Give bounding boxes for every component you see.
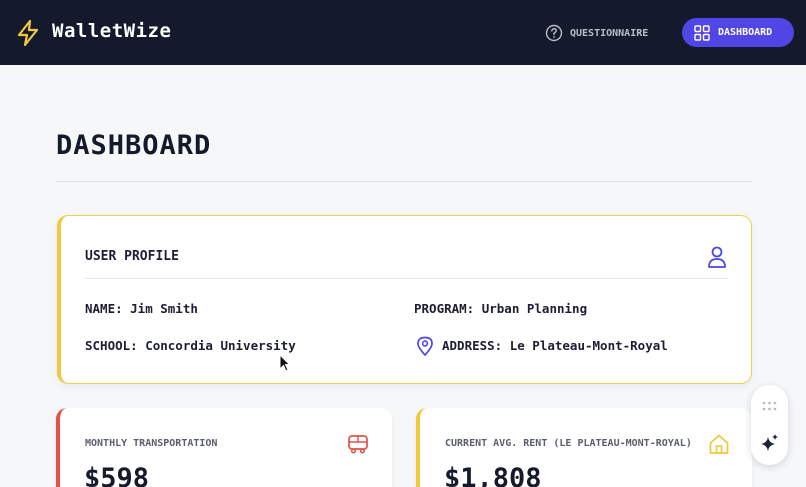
lightning-bolt-icon — [17, 20, 39, 46]
profile-name: NAME: Jim Smith — [85, 301, 198, 316]
location-pin-icon — [417, 336, 433, 356]
profile-address: ADDRESS: Le Plateau-Mont-Royal — [442, 338, 668, 353]
profile-school: SCHOOL: Concordia University — [85, 338, 296, 353]
mouse-cursor-icon — [279, 354, 290, 372]
profile-program: PROGRAM: Urban Planning — [414, 301, 588, 316]
nav-dashboard-label: DASHBOARD — [718, 27, 773, 38]
brand-name[interactable]: WalletWize — [52, 20, 171, 42]
profile-card-title: USER PROFILE — [85, 249, 179, 264]
stat-value: $598 — [84, 463, 150, 487]
stat-value: $1,808 — [444, 463, 542, 487]
sparkle-icon[interactable] — [760, 433, 780, 453]
dashboard-grid-icon — [694, 24, 710, 41]
bus-icon — [348, 435, 368, 454]
profile-divider — [85, 278, 728, 279]
home-icon — [709, 434, 729, 454]
floating-tool-panel — [751, 385, 788, 465]
rent-stat-card: CURRENT AVG. RENT (LE PLATEAU-MONT-ROYAL… — [416, 408, 752, 487]
nav-dashboard-button[interactable]: DASHBOARD — [682, 18, 794, 47]
top-navbar: WalletWize QUESTIONNAIRE DASHBOARD — [0, 0, 806, 65]
page-title: DASHBOARD — [56, 130, 212, 161]
stat-label: CURRENT AVG. RENT (LE PLATEAU-MONT-ROYAL… — [445, 438, 692, 449]
user-icon — [708, 246, 726, 268]
title-divider — [56, 181, 752, 182]
nav-questionnaire-link[interactable]: QUESTIONNAIRE — [545, 23, 648, 43]
nav-questionnaire-label: QUESTIONNAIRE — [570, 27, 649, 39]
help-circle-icon — [545, 24, 563, 42]
stat-label: MONTHLY TRANSPORTATION — [85, 438, 218, 449]
transportation-stat-card: MONTHLY TRANSPORTATION $598 — [56, 408, 392, 487]
drag-handle-icon[interactable] — [761, 400, 778, 412]
user-profile-card: USER PROFILE NAME: Jim Smith PROGRAM: Ur… — [57, 215, 752, 384]
